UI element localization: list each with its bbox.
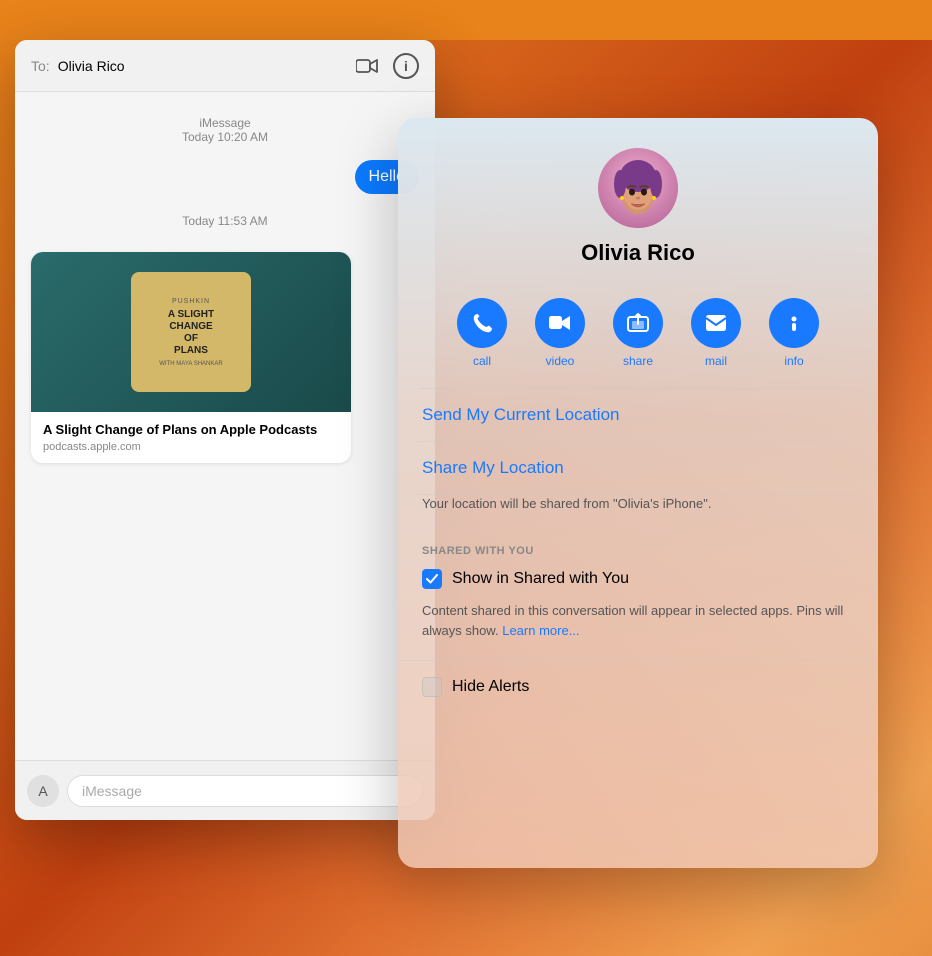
podcast-cover: PUSHKIN A SLIGHT CHANGE OF PLANS WITH MA… bbox=[131, 272, 251, 392]
avatar-section: Olivia Rico bbox=[398, 118, 878, 290]
top-bar bbox=[0, 0, 932, 40]
info-button-circle bbox=[769, 298, 819, 348]
call-button-circle bbox=[457, 298, 507, 348]
video-label: video bbox=[546, 354, 575, 368]
info-action-button[interactable]: info bbox=[769, 298, 819, 368]
mail-action-button[interactable]: mail bbox=[691, 298, 741, 368]
timestamp-2: Today 11:53 AM bbox=[31, 214, 419, 228]
app-store-button[interactable]: A bbox=[27, 775, 59, 807]
learn-more-link[interactable]: Learn more... bbox=[502, 623, 579, 638]
podcast-subtitle: WITH MAYA SHANKAR bbox=[159, 361, 222, 367]
send-location-link[interactable]: Send My Current Location bbox=[398, 389, 878, 441]
show-shared-label: Show in Shared with You bbox=[452, 570, 629, 588]
info-label: info bbox=[784, 354, 803, 368]
link-card-image: PUSHKIN A SLIGHT CHANGE OF PLANS WITH MA… bbox=[31, 252, 351, 412]
avatar-image bbox=[598, 148, 678, 228]
share-location-link[interactable]: Share My Location bbox=[398, 442, 878, 494]
contact-name: Olivia Rico bbox=[581, 240, 695, 266]
shared-with-you-header: SHARED WITH YOU bbox=[398, 529, 878, 565]
input-placeholder: iMessage bbox=[82, 783, 142, 799]
link-card-title: A Slight Change of Plans on Apple Podcas… bbox=[43, 422, 339, 439]
action-buttons-row: call video share bbox=[398, 290, 878, 388]
shared-note: Content shared in this conversation will… bbox=[398, 601, 878, 656]
share-label: share bbox=[623, 354, 653, 368]
call-action-button[interactable]: call bbox=[457, 298, 507, 368]
messages-body: iMessage Today 10:20 AM Hello Today 11:5… bbox=[15, 92, 435, 479]
call-label: call bbox=[473, 354, 491, 368]
message-input[interactable]: iMessage bbox=[67, 775, 423, 807]
link-card-url: podcasts.apple.com bbox=[43, 441, 339, 453]
app-store-icon: A bbox=[38, 783, 47, 799]
location-note: Your location will be shared from "Olivi… bbox=[398, 495, 878, 529]
to-label: To: bbox=[31, 58, 50, 74]
shared-note-text: Content shared in this conversation will… bbox=[422, 603, 843, 638]
message-bubble-container: Hello bbox=[31, 160, 419, 194]
hide-alerts-checkbox[interactable] bbox=[422, 677, 442, 697]
podcast-pushin-label: PUSHKIN bbox=[172, 298, 210, 305]
hide-alerts-label: Hide Alerts bbox=[452, 678, 529, 696]
video-button-circle bbox=[535, 298, 585, 348]
messages-titlebar: To: Olivia Rico i bbox=[15, 40, 435, 92]
show-shared-checkbox[interactable] bbox=[422, 569, 442, 589]
titlebar-icons: i bbox=[353, 53, 419, 79]
avatar bbox=[598, 148, 678, 228]
video-action-button[interactable]: video bbox=[535, 298, 585, 368]
mail-label: mail bbox=[705, 354, 727, 368]
info-button[interactable]: i bbox=[393, 53, 419, 79]
hide-alerts-row: Hide Alerts bbox=[398, 660, 878, 713]
show-shared-row: Show in Shared with You bbox=[398, 565, 878, 601]
recipient-name: Olivia Rico bbox=[58, 58, 345, 74]
info-icon: i bbox=[404, 58, 408, 74]
share-button-circle bbox=[613, 298, 663, 348]
messages-input-bar: A iMessage bbox=[15, 760, 435, 820]
contact-info-panel: Olivia Rico call video bbox=[398, 118, 878, 868]
podcast-title: A SLIGHT CHANGE OF PLANS bbox=[168, 309, 214, 357]
video-call-button[interactable] bbox=[353, 56, 381, 76]
messages-window: To: Olivia Rico i iMessage Today 10:20 A… bbox=[15, 40, 435, 820]
mail-button-circle bbox=[691, 298, 741, 348]
share-screen-action-button[interactable]: share bbox=[613, 298, 663, 368]
link-card[interactable]: PUSHKIN A SLIGHT CHANGE OF PLANS WITH MA… bbox=[31, 252, 351, 463]
timestamp-1: iMessage Today 10:20 AM bbox=[31, 116, 419, 144]
link-card-info: A Slight Change of Plans on Apple Podcas… bbox=[31, 412, 351, 463]
